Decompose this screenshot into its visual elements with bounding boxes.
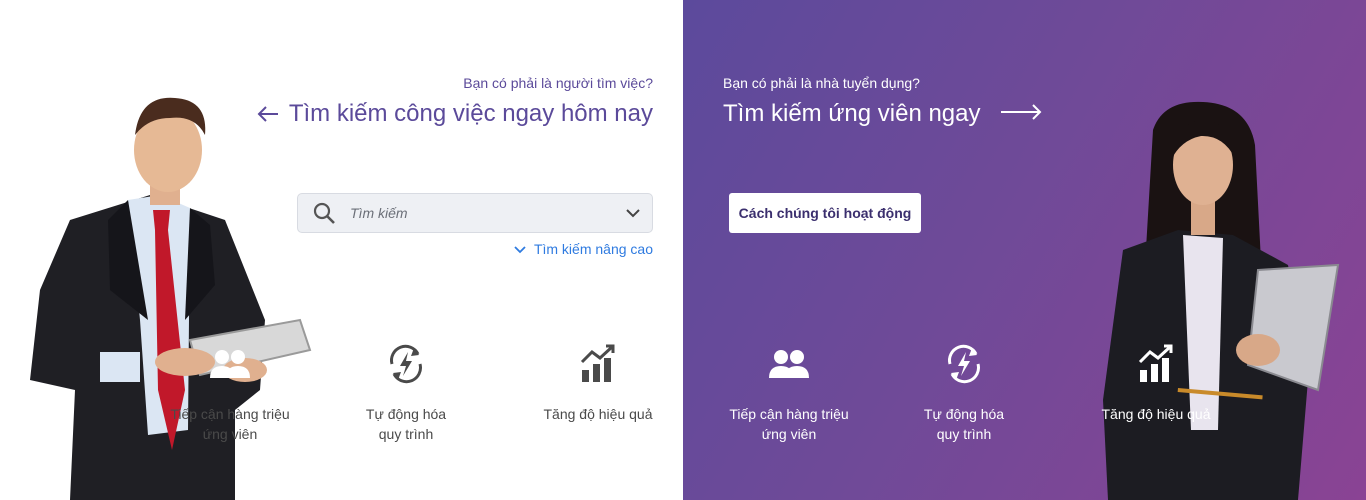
job-seeker-panel: Bạn có phải là người tìm việc? Tìm kiếm … xyxy=(0,0,683,500)
users-icon xyxy=(135,342,325,386)
feature-efficiency: Tăng độ hiệu quả xyxy=(1061,342,1251,424)
job-search-field[interactable] xyxy=(297,193,653,233)
lightning-refresh-icon xyxy=(869,342,1059,386)
job-seeker-headline[interactable]: Tìm kiếm công việc ngay hôm nay xyxy=(257,100,653,128)
job-seeker-headline-text: Tìm kiếm công việc ngay hôm nay xyxy=(288,100,653,127)
feature-line-1: Tiếp cận hàng triệu xyxy=(729,406,849,422)
feature-line-2: ứng viên xyxy=(202,426,258,442)
employer-question: Bạn có phải là nhà tuyển dụng? xyxy=(723,75,920,91)
feature-efficiency: Tăng độ hiệu quả xyxy=(503,342,693,424)
feature-line-1: Tự động hóa xyxy=(923,406,1005,422)
feature-line-1: Tiếp cận hàng triệu xyxy=(170,406,290,422)
businesswoman-image xyxy=(1083,100,1366,500)
feature-line-1: Tăng độ hiệu quả xyxy=(543,406,653,422)
feature-line-2: ứng viên xyxy=(761,426,817,442)
growth-chart-icon xyxy=(1061,342,1251,386)
job-seeker-question: Bạn có phải là người tìm việc? xyxy=(463,75,653,91)
chevron-down-icon[interactable] xyxy=(626,208,640,218)
employer-panel: Bạn có phải là nhà tuyển dụng? Tìm kiếm … xyxy=(683,0,1366,500)
advanced-search-label: Tìm kiếm nâng cao xyxy=(533,241,653,257)
feature-line-2: quy trình xyxy=(378,426,434,442)
growth-chart-icon xyxy=(503,342,693,386)
feature-reach-candidates: Tiếp cận hàng triệu ứng viên xyxy=(694,342,884,444)
feature-line-1: Tự động hóa xyxy=(365,406,447,422)
search-icon xyxy=(312,200,338,226)
feature-automation: Tự động hóa quy trình xyxy=(869,342,1059,444)
feature-reach-candidates: Tiếp cận hàng triệu ứng viên xyxy=(135,342,325,444)
employer-headline-text: Tìm kiếm ứng viên ngay xyxy=(723,100,981,127)
feature-line-2: quy trình xyxy=(936,426,992,442)
arrow-left-icon xyxy=(257,105,279,123)
lightning-refresh-icon xyxy=(311,342,501,386)
how-it-works-button[interactable]: Cách chúng tôi hoạt động xyxy=(729,193,921,233)
search-input[interactable] xyxy=(350,205,626,221)
feature-line-1: Tăng độ hiệu quả xyxy=(1101,406,1211,422)
advanced-search-link[interactable]: Tìm kiếm nâng cao xyxy=(514,241,653,257)
chevron-down-icon xyxy=(514,241,526,257)
feature-automation: Tự động hóa quy trình xyxy=(311,342,501,444)
employer-headline[interactable]: Tìm kiếm ứng viên ngay xyxy=(723,100,1043,128)
arrow-right-icon xyxy=(1000,100,1043,128)
users-icon xyxy=(694,342,884,386)
